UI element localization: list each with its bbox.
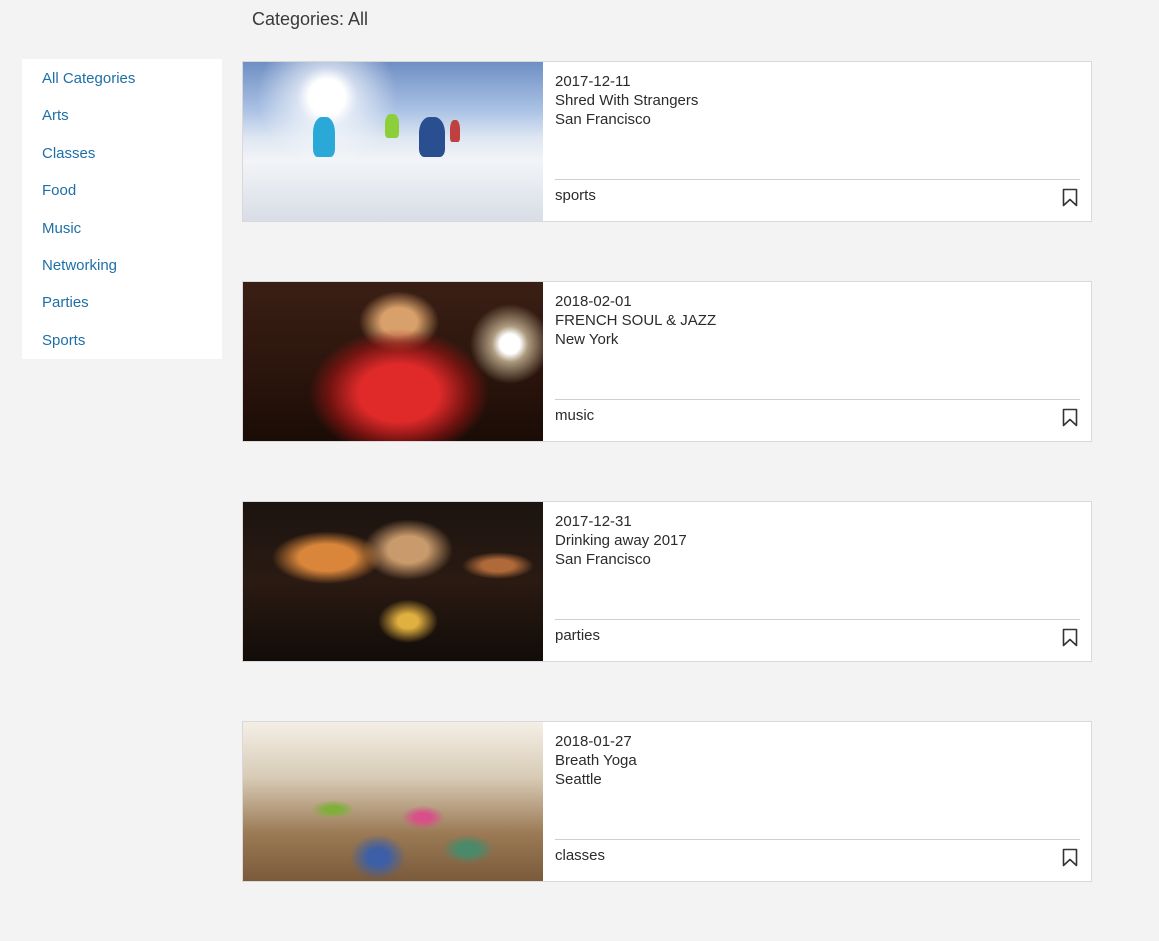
event-title[interactable]: Breath Yoga (555, 751, 1079, 770)
event-info: 2018-01-27 Breath Yoga Seattle classes (543, 722, 1091, 881)
sidebar-item-arts[interactable]: Arts (22, 105, 222, 142)
event-card[interactable]: 2017-12-31 Drinking away 2017 San Franci… (242, 501, 1092, 662)
event-title[interactable]: FRENCH SOUL & JAZZ (555, 311, 1079, 330)
event-date: 2018-02-01 (555, 293, 632, 310)
event-date: 2017-12-31 (555, 513, 632, 530)
event-city: San Francisco (555, 551, 651, 568)
bookmark-icon[interactable] (1062, 628, 1078, 647)
event-card[interactable]: 2018-01-27 Breath Yoga Seattle classes (242, 721, 1092, 882)
sidebar-item-networking[interactable]: Networking (22, 255, 222, 292)
sidebar-item-music[interactable]: Music (22, 218, 222, 255)
event-card[interactable]: 2018-02-01 FRENCH SOUL & JAZZ New York m… (242, 281, 1092, 442)
event-category: music (555, 407, 595, 424)
skier-figure (385, 114, 399, 138)
event-footer: parties (555, 619, 1080, 661)
sidebar-item-classes[interactable]: Classes (22, 143, 222, 180)
skier-figure (419, 117, 445, 157)
event-list: 2017-12-11 Shred With Strangers San Fran… (242, 61, 1092, 941)
event-footer: sports (555, 179, 1080, 221)
yoga-class-photo[interactable] (243, 722, 543, 881)
bookmark-icon[interactable] (1062, 188, 1078, 207)
event-title[interactable]: Shred With Strangers (555, 91, 1079, 110)
jazz-singer-photo[interactable] (243, 282, 543, 441)
event-city: Seattle (555, 771, 602, 788)
event-info: 2018-02-01 FRENCH SOUL & JAZZ New York m… (543, 282, 1091, 441)
sidebar-item-all-categories[interactable]: All Categories (22, 68, 222, 105)
bookmark-icon[interactable] (1062, 408, 1078, 427)
category-sidebar: All Categories Arts Classes Food Music N… (22, 59, 222, 359)
event-city: New York (555, 331, 619, 348)
event-category: classes (555, 847, 606, 864)
event-date: 2018-01-27 (555, 733, 632, 750)
bookmark-icon[interactable] (1062, 848, 1078, 867)
page-title: Categories: All (252, 9, 369, 29)
event-info: 2017-12-11 Shred With Strangers San Fran… (543, 62, 1091, 221)
sidebar-item-food[interactable]: Food (22, 180, 222, 217)
skier-figure (450, 120, 460, 142)
event-footer: music (555, 399, 1080, 441)
sidebar-item-sports[interactable]: Sports (22, 330, 222, 367)
skier-figure (313, 117, 335, 157)
event-footer: classes (555, 839, 1080, 881)
event-info: 2017-12-31 Drinking away 2017 San Franci… (543, 502, 1091, 661)
event-title[interactable]: Drinking away 2017 (555, 531, 1079, 550)
skiers-photo[interactable] (243, 62, 543, 221)
event-date: 2017-12-11 (555, 73, 631, 90)
event-city: San Francisco (555, 111, 651, 128)
event-category: parties (555, 627, 601, 644)
event-card[interactable]: 2017-12-11 Shred With Strangers San Fran… (242, 61, 1092, 222)
party-photo[interactable] (243, 502, 543, 661)
sidebar-item-parties[interactable]: Parties (22, 292, 222, 329)
event-category: sports (555, 187, 596, 204)
